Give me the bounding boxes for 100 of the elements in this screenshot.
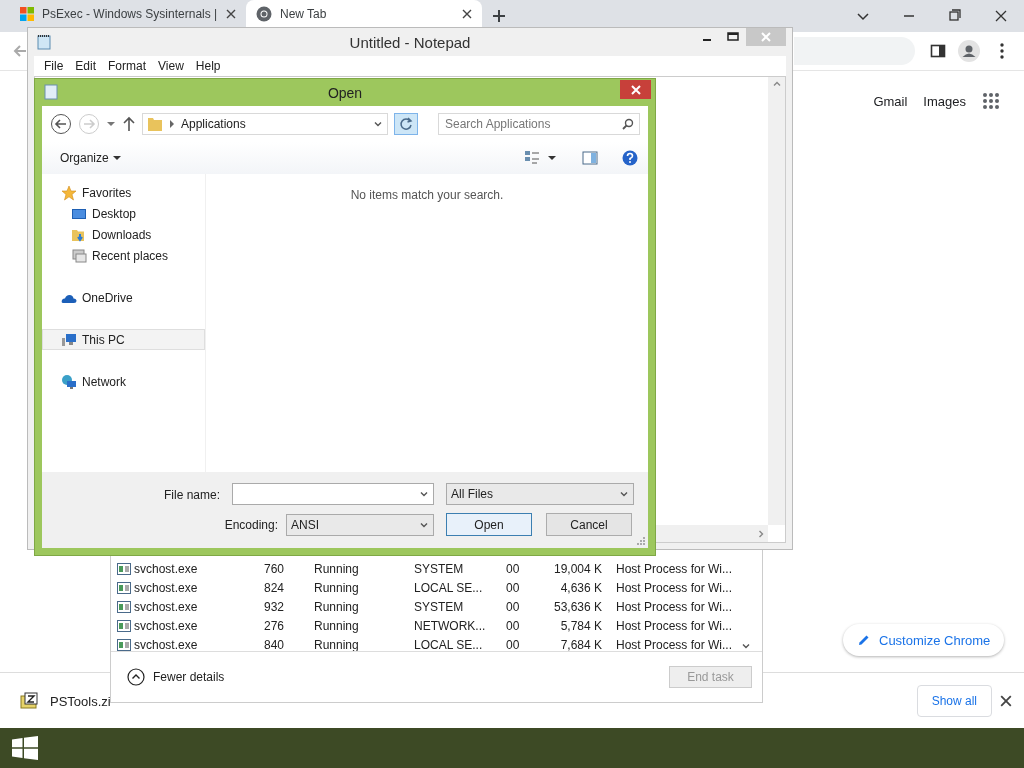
table-cell: svchost.exe	[134, 637, 198, 651]
table-cell-text: 4,636 K	[559, 580, 603, 595]
dialog-title: Open	[327, 84, 363, 101]
browser-tab[interactable]: New Tab	[246, 0, 482, 27]
dropdown-icon[interactable]	[619, 489, 629, 499]
table-cell-text: 5,784 K	[559, 618, 603, 633]
nav-item[interactable]: Network	[42, 371, 205, 392]
up-arrow-icon[interactable]	[122, 116, 136, 132]
search-icon[interactable]	[622, 118, 634, 130]
fewer-details-button[interactable]: Fewer details	[121, 667, 231, 687]
table-cell-text: NETWORK...	[414, 618, 487, 633]
menu-item[interactable]: Edit	[69, 59, 103, 73]
menu-item[interactable]: View	[152, 59, 190, 73]
close-icon[interactable]	[1000, 694, 1012, 707]
field-label: Encoding:	[224, 518, 278, 532]
dropdown-icon[interactable]	[419, 520, 429, 530]
window-title: Untitled - Notepad	[349, 33, 471, 51]
table-cell-text: Host Process for Wi...	[616, 599, 734, 614]
new-tab-icon[interactable]	[492, 9, 506, 23]
table-cell: svchost.exe	[134, 599, 198, 614]
table-cell: svchost.exe	[134, 618, 198, 633]
menu-item[interactable]: File	[38, 59, 70, 73]
header-link[interactable]: Gmail	[873, 93, 908, 109]
caret-icon	[112, 155, 121, 161]
caret-icon[interactable]	[106, 119, 116, 129]
process-icon	[117, 562, 131, 575]
file-name-field[interactable]	[232, 483, 434, 505]
table-cell-text: 840	[264, 637, 286, 651]
nav-item[interactable]: Recent places	[42, 245, 205, 266]
zip-file-icon	[20, 691, 40, 711]
field-label: File name:	[163, 488, 220, 502]
table-cell-text: Host Process for Wi...	[616, 580, 734, 595]
process-icon	[117, 581, 131, 594]
encoding-select[interactable]: ANSI	[286, 514, 434, 536]
table-cell-text: SYSTEM	[414, 599, 465, 614]
nav-item[interactable]: Downloads	[42, 224, 205, 245]
table-cell-text: 00	[506, 618, 521, 633]
file-type-select[interactable]: All Files	[446, 483, 634, 505]
show-all-button[interactable]: Show all	[916, 685, 992, 717]
dropdown-icon[interactable]	[419, 489, 429, 499]
view-options-icon[interactable]	[524, 150, 558, 166]
notepad-icon	[36, 34, 52, 50]
download-file-name[interactable]: PSTools.zi	[50, 693, 111, 709]
refresh-button[interactable]	[394, 113, 418, 135]
header-link[interactable]: Images	[923, 93, 966, 109]
side-panel-icon[interactable]	[930, 43, 946, 59]
close-icon	[630, 84, 641, 95]
table-cell-text: 760	[264, 561, 286, 576]
help-icon[interactable]	[622, 150, 638, 166]
nav-item[interactable]: Desktop	[42, 203, 205, 224]
empty-message: No items match your search.	[350, 188, 504, 204]
windows-logo-icon	[20, 6, 34, 21]
table-cell-text: 19,004 K	[552, 561, 603, 576]
breadcrumb-arrow-icon[interactable]	[169, 120, 175, 128]
scroll-down-icon[interactable]	[741, 641, 751, 651]
menu-item[interactable]: Help	[189, 59, 227, 73]
nav-icon	[61, 331, 77, 348]
address-bar[interactable]: Applications	[142, 113, 388, 135]
table-cell-text: 276	[264, 618, 286, 633]
collapse-icon	[127, 668, 145, 686]
nav-item[interactable]: Favorites	[42, 182, 205, 203]
folder-icon	[147, 116, 163, 132]
search-field[interactable]: Search Applications	[438, 113, 640, 135]
profile-icon[interactable]	[958, 40, 980, 62]
start-button-icon[interactable]	[12, 736, 38, 760]
table-cell-text: 00	[506, 599, 521, 614]
table-cell: svchost.exe	[134, 580, 198, 595]
menu-item[interactable]: Format	[102, 59, 153, 73]
back-icon[interactable]	[50, 113, 72, 135]
table-cell-text: 00	[506, 580, 521, 595]
pencil-icon	[857, 633, 871, 647]
nav-icon	[61, 373, 77, 390]
nav-icon	[61, 184, 77, 201]
table-cell-text: Host Process for Wi...	[616, 561, 734, 576]
customize-chrome-button[interactable]: Customize Chrome	[843, 624, 1005, 656]
nav-item[interactable]: This PC	[42, 329, 205, 350]
resize-grip-icon[interactable]	[636, 536, 646, 546]
notepad-icon	[44, 84, 58, 100]
close-icon[interactable]	[226, 8, 236, 19]
table-cell: svchost.exe	[134, 561, 198, 576]
refresh-icon	[399, 117, 413, 131]
nav-icon	[71, 247, 87, 264]
table-cell-text: 7,684 K	[559, 637, 603, 651]
close-icon[interactable]	[462, 8, 472, 19]
apps-grid-icon[interactable]	[982, 92, 1000, 110]
menu-icon[interactable]	[1000, 43, 1004, 59]
dialog-button[interactable]: Cancel	[546, 513, 632, 536]
browser-tab[interactable]: PsExec - Windows Sysinternals |	[10, 0, 246, 27]
organize-button[interactable]: Organize	[52, 151, 129, 165]
close-button[interactable]	[620, 80, 651, 99]
dialog-button[interactable]: Open	[446, 513, 532, 536]
process-icon	[117, 619, 131, 632]
table-cell-text: 00	[506, 637, 521, 651]
table-cell-text: Running	[314, 637, 360, 651]
table-cell-text: SYSTEM	[414, 561, 465, 576]
table-cell-text: 932	[264, 599, 286, 614]
dropdown-icon[interactable]	[373, 119, 383, 129]
table-cell-text: Host Process for Wi...	[616, 637, 734, 651]
table-cell-text: 53,636 K	[552, 599, 603, 614]
nav-item[interactable]: OneDrive	[42, 287, 205, 308]
